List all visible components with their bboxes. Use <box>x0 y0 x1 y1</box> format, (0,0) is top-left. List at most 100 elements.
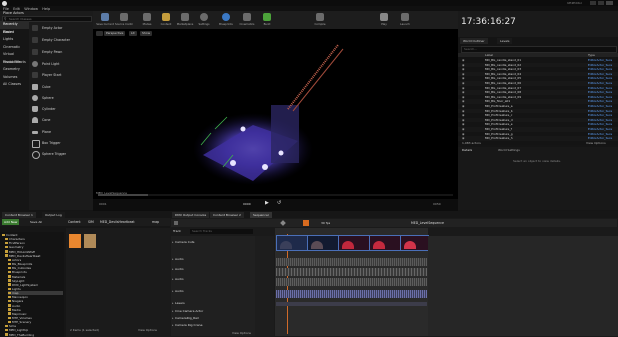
path-map[interactable]: map <box>152 219 159 225</box>
camera-cut-clip-1[interactable] <box>276 235 308 251</box>
sequencer-track[interactable]: ▸Lasers <box>172 301 254 306</box>
category-geometry[interactable]: Geometry <box>0 66 29 74</box>
actor-cylinder[interactable]: Cylinder <box>30 104 92 115</box>
outliner-search-input[interactable]: Search... <box>461 46 617 53</box>
audio-waveform-1[interactable] <box>276 258 427 266</box>
category-visual-effects[interactable]: Visual Effects <box>0 59 29 67</box>
col-type[interactable]: Type <box>588 53 595 57</box>
content-button[interactable]: Content <box>157 12 175 28</box>
sequencer-track[interactable]: ▸Audio <box>172 257 254 262</box>
track-filter-button[interactable]: Track <box>173 229 181 234</box>
blueprints-icon <box>222 13 230 21</box>
actor-box-trigger[interactable]: Box Trigger <box>30 138 92 149</box>
lit-button[interactable]: Lit <box>129 31 137 36</box>
actor-empty-actor[interactable]: Empty Actor <box>30 23 92 34</box>
marketplace-button[interactable]: Marketplace <box>176 12 194 28</box>
actor-empty-character[interactable]: Empty Character <box>30 35 92 46</box>
path-project[interactable]: MED_DevilsHeartbeat <box>100 219 135 225</box>
sequencer-view-options[interactable]: View Options <box>232 331 251 335</box>
camera-cut-clip-2[interactable] <box>307 235 339 251</box>
dome-thumbnail <box>373 241 385 249</box>
path-sim[interactable]: SIM <box>88 219 94 225</box>
perspective-button[interactable]: Perspective <box>104 31 126 36</box>
category-recently-placed[interactable]: Recently Placed <box>0 21 29 34</box>
light-bulb-icon <box>32 61 38 67</box>
autokey-icon[interactable] <box>303 220 309 226</box>
close-button[interactable] <box>606 1 613 5</box>
track-label: Audio <box>175 267 184 271</box>
modes-icon <box>143 13 151 21</box>
compile-button[interactable]: Compile <box>311 12 329 28</box>
minimize-button[interactable] <box>590 1 596 5</box>
outliner-view-options[interactable]: View Options <box>586 141 606 146</box>
folder-item[interactable]: MED_TheBuilding <box>5 333 34 337</box>
build-button[interactable]: Build <box>258 12 276 28</box>
asset-tile-sequence[interactable] <box>84 234 96 248</box>
category-basic[interactable]: Basic <box>0 29 29 37</box>
sequencer-track[interactable]: ▸Camera Rig Crane <box>172 323 254 328</box>
col-label[interactable]: Label <box>485 53 493 57</box>
actor-cube[interactable]: Cube <box>30 82 92 93</box>
camera-cut-clip-4[interactable] <box>369 235 401 251</box>
sequencer-track[interactable]: ▸Cine Camera Actor <box>172 309 254 314</box>
category-virtual-production[interactable]: Virtual Production <box>0 51 29 64</box>
folder-icon <box>8 304 11 307</box>
category-volumes[interactable]: Volumes <box>0 74 29 82</box>
details-panel: Details World Settings Select an object … <box>458 147 618 210</box>
sequencer-track[interactable]: ▸Audio <box>172 267 254 272</box>
key-icon[interactable] <box>280 220 286 226</box>
tab-world-outliner[interactable]: World Outliner <box>460 38 488 44</box>
lasers-track-bar[interactable] <box>276 302 427 306</box>
category-lights[interactable]: Lights <box>0 36 29 44</box>
category-cinematic[interactable]: Cinematic <box>0 44 29 52</box>
category-all-classes[interactable]: All Classes <box>0 81 29 89</box>
path-content[interactable]: Content <box>68 219 81 225</box>
sequencer-track[interactable]: ▸Camera Cuts <box>172 240 254 245</box>
asset-tile-level[interactable] <box>69 234 81 248</box>
tab-levels[interactable]: Levels <box>497 38 513 44</box>
maximize-button[interactable] <box>598 1 604 5</box>
save-sequence-icon[interactable] <box>174 221 178 225</box>
tab-world-settings[interactable]: World Settings <box>498 148 520 152</box>
tab-details[interactable]: Details <box>462 148 472 152</box>
viewport-sequence-label: MED_LevelSequence <box>96 191 128 195</box>
blueprints-button[interactable]: Blueprints <box>217 12 235 28</box>
modes-button[interactable]: Modes <box>138 12 156 28</box>
audio-waveform-3[interactable] <box>276 278 427 286</box>
settings-button[interactable]: Settings <box>195 12 213 28</box>
track-search-input[interactable]: Search Tracks <box>190 229 253 234</box>
actor-sphere-trigger[interactable]: Sphere Trigger <box>30 149 92 160</box>
add-new-button[interactable]: Add New <box>2 219 20 225</box>
camera-cut-clip-5[interactable] <box>400 235 429 251</box>
actor-plane[interactable]: Plane <box>30 127 92 138</box>
source-control-button[interactable]: Source Control <box>115 12 133 28</box>
loop-icon[interactable]: ↺ <box>277 201 281 206</box>
actor-cone[interactable]: Cone <box>30 115 92 126</box>
audio-waveform-2[interactable] <box>276 268 427 276</box>
actor-empty-pawn[interactable]: Empty Pawn <box>30 47 92 58</box>
camera-cut-clip-3[interactable] <box>338 235 370 251</box>
content-view-options[interactable]: View Options <box>138 328 157 332</box>
launch-button[interactable]: Launch <box>396 12 414 28</box>
folder-icon <box>5 246 8 249</box>
cinematics-button[interactable]: Cinematics <box>238 12 256 28</box>
sequencer-track[interactable]: ▸CameraRig_Rail <box>172 316 254 321</box>
sequencer-track[interactable]: ▸Audio <box>172 277 254 282</box>
play-button[interactable]: Play <box>375 12 393 28</box>
tab-content-browser-2[interactable]: Content Browser 2 <box>210 212 244 218</box>
actor-sphere[interactable]: Sphere <box>30 93 92 104</box>
sequencer-track[interactable]: ▸Audio <box>172 289 254 294</box>
outliner-search-placeholder: Search... <box>464 47 478 51</box>
save-current-button[interactable]: Save Current <box>96 12 114 28</box>
actor-point-light[interactable]: Point Light <box>30 59 92 70</box>
actor-count: 1,083 actors <box>462 141 481 145</box>
viewport-options-button[interactable] <box>96 31 103 36</box>
actor-player-start[interactable]: Player Start <box>30 70 92 81</box>
show-button[interactable]: Show <box>140 31 153 36</box>
audio-waveform-4[interactable] <box>276 290 427 298</box>
fps-dropdown[interactable]: 30 fps <box>321 219 330 227</box>
tab-sequencer[interactable]: Sequencer <box>250 212 273 218</box>
tab-dmx-output-console[interactable]: DMX Output Console <box>172 212 210 218</box>
save-all-button[interactable]: Save All <box>30 219 42 225</box>
play-icon[interactable]: ▶ <box>265 201 269 206</box>
